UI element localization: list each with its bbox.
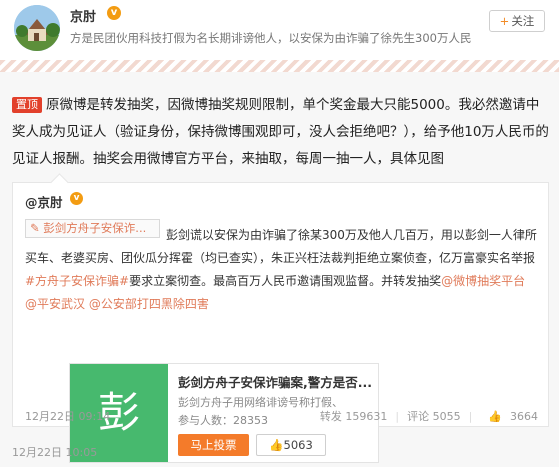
pinned-badge: 置顶	[12, 97, 42, 113]
plus-icon: +	[499, 14, 510, 28]
post-text: 原微博是转发抽奖，因微博抽奖规则限制，单个奖金最大只能5000。我必然邀请中奖人…	[12, 97, 549, 167]
link-icon: ✎	[30, 221, 44, 235]
thumbs-up-icon: 👍	[269, 438, 284, 452]
original-text: ✎ 彭剑方舟子安保诈... 彭剑谎以安保为由诈骗了徐某300万及他人几百万，用以彭…	[25, 219, 540, 316]
profile-header: 京肘 v 方是民团伙用科技打假为名长期诽谤他人，以安保为由诈骗了徐先生300万人…	[0, 0, 559, 58]
verified-badge-icon: v	[70, 192, 83, 205]
reposted-card: @京肘 v ✎ 彭剑方舟子安保诈... 彭剑谎以安保为由诈骗了徐某300万及他人几…	[12, 182, 549, 463]
original-text-part: 要求立案彻查。最高百万人民币邀请围观监督。并转发抽奖	[129, 274, 442, 288]
topic-link-label: 彭剑方舟子安保诈...	[43, 221, 147, 235]
mention-link[interactable]: @平安武汉	[25, 297, 85, 311]
post-body: 置顶 原微博是转发抽奖，因微博抽奖规则限制，单个奖金最大只能5000。我必然邀请中…	[12, 92, 550, 173]
vote-title[interactable]: 彭剑方舟子安保诈骗案,警方是否...	[178, 372, 372, 391]
mention-link[interactable]: @微博抽奖平台	[441, 274, 525, 288]
like-count-button[interactable]: 👍 3664	[480, 410, 538, 423]
post-timestamp[interactable]: 12月22日 10:05	[12, 444, 97, 460]
user-bio: 方是民团伙用科技打假为名长期诽谤他人，以安保为由诈骗了徐先生300万人民	[70, 31, 472, 45]
post-stats: 转发 159631 | 评论 5055 | 👍 3664	[312, 408, 538, 424]
comment-count[interactable]: 评论 5055	[407, 410, 461, 423]
divider: |	[468, 410, 473, 423]
original-author[interactable]: @京肘	[25, 192, 63, 211]
thumbs-up-icon: 👍	[488, 410, 502, 423]
avatar[interactable]	[14, 5, 60, 51]
original-timestamp[interactable]: 12月22日 09:14	[25, 408, 110, 424]
follow-label: 关注	[511, 14, 535, 28]
vote-now-button[interactable]: 马上投票	[178, 434, 249, 456]
vote-like-button[interactable]: 👍5063	[256, 434, 326, 456]
topic-link[interactable]: ✎ 彭剑方舟子安保诈...	[25, 219, 160, 238]
follow-button[interactable]: + 关注	[489, 10, 545, 32]
weibo-post: 置顶 原微博是转发抽奖，因微博抽奖规则限制，单个奖金最大只能5000。我必然邀请中…	[0, 72, 559, 467]
username[interactable]: 京肘	[70, 6, 96, 25]
vote-like-count: 5063	[283, 438, 313, 452]
hashtag-link[interactable]: #方舟子安保诈骗#	[25, 274, 129, 288]
verified-badge-icon: v	[107, 6, 121, 20]
vote-participant-count: 参与人数：28353	[178, 414, 268, 427]
divider: |	[395, 410, 400, 423]
like-count: 3664	[510, 410, 538, 423]
repost-count[interactable]: 转发 159631	[320, 410, 388, 423]
decorative-divider	[0, 60, 559, 72]
mention-link[interactable]: @公安部打四黑除四害	[89, 297, 209, 311]
